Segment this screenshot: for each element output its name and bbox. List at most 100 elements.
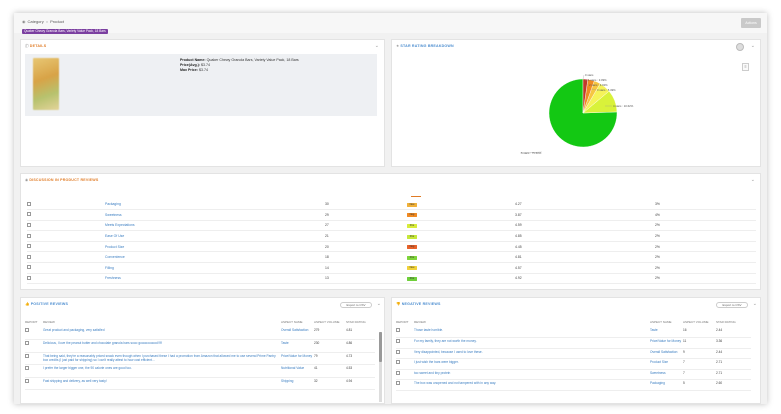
aspect-name[interactable]: Sweetness bbox=[650, 371, 666, 375]
aspect-volume: 18 bbox=[325, 251, 407, 264]
report-checkbox[interactable] bbox=[396, 360, 400, 364]
aspect-name[interactable]: Taste bbox=[281, 341, 289, 345]
table-row: Filling 14 Neu 4.57 2% bbox=[27, 262, 756, 274]
column-header[interactable]: STAR RATING bbox=[716, 320, 751, 327]
review-text[interactable]: The box was unopened and not tampered wi… bbox=[414, 381, 496, 385]
category-icon: ◉ bbox=[22, 19, 26, 24]
aspect-link[interactable]: Ease Of Use bbox=[105, 234, 124, 238]
aspect-link[interactable]: Packaging bbox=[105, 202, 121, 206]
slice-label: 2 stars : 3.02% bbox=[589, 83, 608, 87]
aspect-volume: 21 bbox=[325, 230, 407, 242]
aspect-link[interactable]: Sweetness bbox=[105, 213, 122, 217]
aspect-name[interactable]: Overall Satisfaction bbox=[650, 350, 677, 354]
review-text[interactable]: Very disappointed, because I used to lov… bbox=[414, 350, 483, 354]
actions-button[interactable]: Actions bbox=[741, 18, 761, 28]
share-percent: 2% bbox=[655, 251, 756, 264]
row-checkbox[interactable] bbox=[27, 212, 31, 217]
aspect-name[interactable]: Price/Value for Money bbox=[281, 354, 312, 358]
report-checkbox[interactable] bbox=[25, 366, 29, 370]
review-text[interactable]: too sweet and tiny protein bbox=[414, 371, 450, 375]
column-header[interactable]: REPORT bbox=[396, 320, 414, 327]
report-checkbox[interactable] bbox=[396, 349, 400, 354]
row-checkbox[interactable] bbox=[27, 254, 31, 259]
chevron-down-icon[interactable]: ⌄ bbox=[377, 301, 381, 307]
column-header[interactable]: ASPECT VOLUME bbox=[683, 320, 716, 327]
column-header[interactable]: ASPECT VOLUME bbox=[314, 320, 346, 327]
aspect-name[interactable]: Taste bbox=[650, 328, 658, 332]
aspect-name[interactable]: Shipping bbox=[281, 379, 293, 383]
aspect-volume: 7 bbox=[683, 358, 716, 370]
row-checkbox[interactable] bbox=[27, 222, 31, 227]
export-csv-button[interactable]: Export to CSV bbox=[716, 302, 748, 308]
chevron-down-icon[interactable]: ⌄ bbox=[375, 43, 379, 49]
export-csv-button[interactable]: Export to CSV bbox=[340, 302, 372, 308]
aspect-name[interactable]: Nutritional Value bbox=[281, 366, 304, 370]
star-rating: 4.53 bbox=[346, 364, 375, 378]
aspect-link[interactable]: Meets Expectations bbox=[105, 223, 135, 227]
aspect-volume: 16 bbox=[683, 327, 716, 338]
discussion-title: ◉DISCUSSION IN PRODUCT REVIEWS bbox=[25, 178, 99, 182]
aspect-volume: 230 bbox=[314, 339, 346, 353]
star-rating: 3.36 bbox=[716, 337, 751, 349]
review-text[interactable]: Great product and packaging, very satisf… bbox=[43, 328, 104, 332]
aspect-volume: 27 bbox=[325, 220, 407, 232]
report-checkbox[interactable] bbox=[25, 378, 29, 383]
report-checkbox[interactable] bbox=[25, 341, 29, 345]
column-header[interactable]: ASPECT NAME bbox=[281, 320, 314, 327]
share-percent: 3% bbox=[655, 199, 756, 211]
column-header[interactable]: REPORT bbox=[25, 320, 43, 327]
row-checkbox[interactable] bbox=[27, 244, 31, 249]
aspect-link[interactable]: Filling bbox=[105, 266, 114, 270]
report-checkbox[interactable] bbox=[396, 370, 400, 375]
review-text[interactable]: Those taste horrible. bbox=[414, 328, 443, 332]
thumbs-up-icon: 👍 bbox=[25, 302, 30, 306]
star-rating: 2.71 bbox=[716, 358, 751, 370]
star-rating: 2.71 bbox=[716, 369, 751, 380]
review-text[interactable]: That being said, they're a reasonably pr… bbox=[43, 354, 276, 362]
aspect-name[interactable]: Overall Satisfaction bbox=[281, 328, 308, 332]
column-header[interactable]: STAR RATING bbox=[346, 320, 375, 327]
report-checkbox[interactable] bbox=[25, 353, 29, 358]
star-rating: 3.87 bbox=[515, 209, 655, 221]
review-text[interactable]: Fast shipping and delivery, as well very… bbox=[43, 379, 107, 383]
aspect-volume: 41 bbox=[314, 364, 346, 378]
star-rating: 2.44 bbox=[716, 327, 751, 338]
breadcrumb-category[interactable]: Category bbox=[28, 19, 44, 24]
aspect-link[interactable]: Product Size bbox=[105, 245, 124, 249]
row-checkbox[interactable] bbox=[27, 275, 31, 280]
positive-reviews-panel: 👍POSITIVE REVIEWS Export to CSV ⌄ REPORT… bbox=[20, 297, 385, 404]
review-text[interactable]: I prefer the larger bigger one, the 90 c… bbox=[43, 366, 132, 370]
report-checkbox[interactable] bbox=[25, 328, 29, 332]
report-checkbox[interactable] bbox=[396, 339, 400, 343]
aspect-name[interactable]: Price/Value for Money bbox=[650, 339, 681, 343]
sentiment-badge: Neg bbox=[407, 213, 417, 218]
aspect-link[interactable]: Freshness bbox=[105, 276, 121, 280]
slice-label: 4 stars : 10.62% bbox=[613, 104, 634, 108]
column-header[interactable]: REVIEW bbox=[43, 320, 281, 327]
sentiment-badge: Pos bbox=[407, 255, 417, 260]
report-checkbox[interactable] bbox=[396, 328, 400, 332]
negative-table: REPORT REVIEW ASPECT NAME ASPECT VOLUME STAR… bbox=[396, 320, 751, 391]
review-text[interactable]: Delicious, I love the peanut butter and … bbox=[43, 341, 162, 345]
report-checkbox[interactable] bbox=[396, 381, 400, 385]
star-rating: 4.94 bbox=[346, 377, 375, 390]
aspect-name[interactable]: Packaging bbox=[650, 381, 665, 385]
row-checkbox[interactable] bbox=[27, 233, 31, 238]
row-checkbox[interactable] bbox=[27, 201, 31, 206]
aspect-link[interactable]: Convenience bbox=[105, 255, 125, 259]
column-header[interactable]: REVIEW bbox=[414, 320, 650, 327]
chevron-down-icon[interactable]: ⌄ bbox=[751, 177, 755, 183]
share-percent: 2% bbox=[655, 241, 756, 253]
share-percent: 2% bbox=[655, 230, 756, 242]
row-checkbox[interactable] bbox=[27, 265, 31, 270]
review-row: Very disappointed, because I used to lov… bbox=[396, 348, 751, 359]
column-header[interactable]: ASPECT NAME bbox=[650, 320, 683, 327]
review-text[interactable]: For my family, they are not worth the mo… bbox=[414, 339, 477, 343]
breadcrumb-product[interactable]: Product bbox=[50, 19, 64, 24]
scrollbar[interactable] bbox=[379, 332, 382, 402]
star-rating: 4.57 bbox=[515, 262, 655, 274]
positive-title: 👍POSITIVE REVIEWS bbox=[25, 302, 69, 306]
aspect-name[interactable]: Product Size bbox=[650, 360, 668, 364]
review-text[interactable]: I just wish the bars were bigger. bbox=[414, 360, 459, 364]
chevron-down-icon[interactable]: ⌄ bbox=[753, 301, 757, 307]
